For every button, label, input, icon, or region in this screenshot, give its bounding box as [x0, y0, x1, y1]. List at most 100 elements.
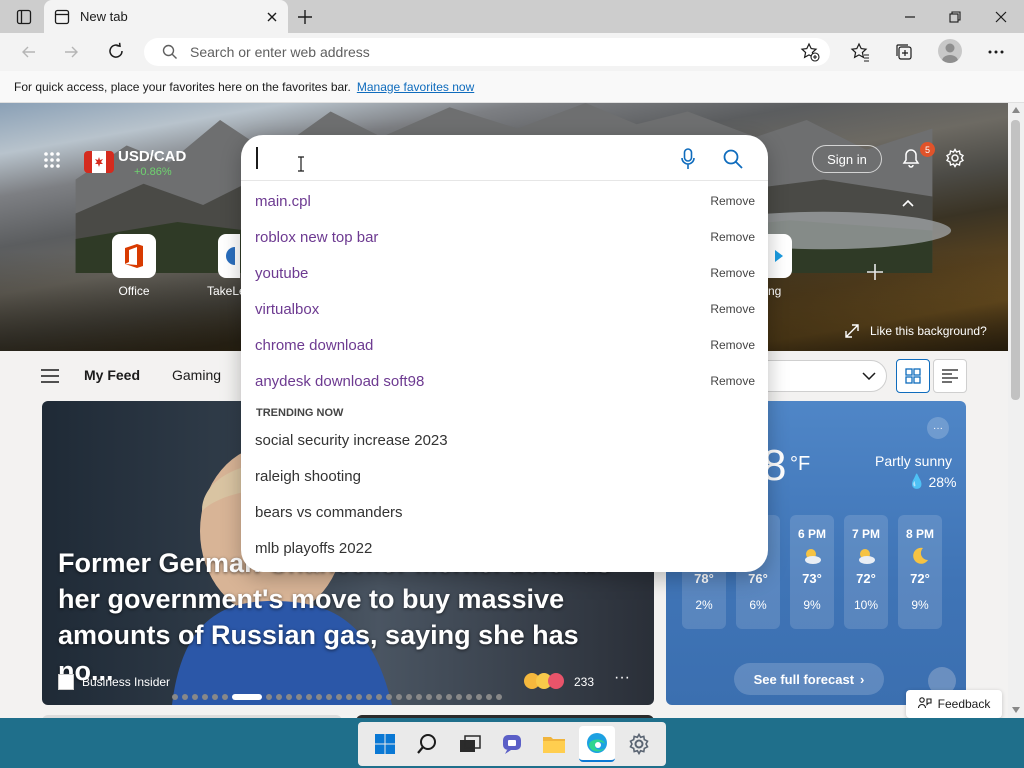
- hour-column[interactable]: 6 PM 73° 9%: [790, 515, 834, 629]
- remove-button[interactable]: Remove: [710, 266, 755, 280]
- text-cursor: [256, 147, 258, 169]
- quick-link-office[interactable]: [112, 234, 156, 278]
- trending-suggestion[interactable]: mlb playoffs 2022: [255, 530, 755, 566]
- feed-filter-dropdown[interactable]: [760, 360, 887, 392]
- history-suggestion[interactable]: main.cpl Remove: [255, 183, 755, 219]
- menu-icon[interactable]: [40, 367, 60, 385]
- suggestion-text[interactable]: chrome download: [255, 337, 710, 354]
- history-suggestion[interactable]: roblox new top bar Remove: [255, 219, 755, 255]
- grid-view-icon[interactable]: [896, 359, 930, 393]
- quick-link-takeles[interactable]: [218, 234, 240, 278]
- search-taskbar-icon[interactable]: [409, 726, 445, 762]
- like-background-link[interactable]: Like this background?: [870, 324, 987, 338]
- microphone-icon[interactable]: [677, 147, 699, 171]
- remove-button[interactable]: Remove: [710, 338, 755, 352]
- suggestion-text[interactable]: roblox new top bar: [255, 229, 710, 246]
- hour-time: 8 PM: [905, 527, 934, 541]
- weather-more-icon[interactable]: ···: [927, 417, 949, 439]
- hour-precip: 9%: [803, 598, 821, 612]
- close-window-icon[interactable]: [989, 6, 1013, 28]
- task-view-icon[interactable]: [452, 726, 488, 762]
- file-explorer-icon[interactable]: [536, 726, 572, 762]
- remove-button[interactable]: Remove: [710, 302, 755, 316]
- suggestion-text[interactable]: youtube: [255, 265, 710, 282]
- quick-link-partial[interactable]: [768, 234, 792, 278]
- collections-icon[interactable]: [892, 40, 916, 64]
- scrollbar-thumb[interactable]: [1011, 120, 1020, 400]
- temperature-unit: °F: [790, 453, 811, 475]
- suggestion-text[interactable]: mlb playoffs 2022: [255, 540, 755, 557]
- address-bar[interactable]: Search or enter web address: [144, 38, 830, 66]
- favorites-bar-message: For quick access, place your favorites h…: [14, 79, 351, 94]
- search-input[interactable]: [241, 135, 768, 181]
- add-favorite-icon[interactable]: [798, 40, 822, 64]
- scroll-down-icon[interactable]: [1010, 704, 1022, 716]
- droplet-icon: 💧: [908, 473, 926, 489]
- reaction-count: 233: [574, 675, 595, 689]
- history-suggestion[interactable]: anydesk download soft98 Remove: [255, 363, 755, 399]
- news-source[interactable]: Business Insider: [82, 675, 170, 689]
- tab-my-feed[interactable]: My Feed: [84, 367, 140, 383]
- taskbar-apps: [358, 722, 666, 766]
- reaction-emojis[interactable]: [524, 673, 564, 689]
- hour-precip: 2%: [695, 598, 713, 612]
- list-view-icon[interactable]: [933, 359, 967, 393]
- hour-column[interactable]: 8 PM 72° 9%: [898, 515, 942, 629]
- hour-temp: 78°: [694, 571, 714, 586]
- settings-app-icon[interactable]: [621, 726, 657, 762]
- trending-suggestion[interactable]: bears vs commanders: [255, 494, 755, 530]
- suggestion-text[interactable]: virtualbox: [255, 301, 710, 318]
- collapse-chevron-icon[interactable]: [898, 195, 918, 211]
- apps-launcher-icon[interactable]: [40, 148, 64, 172]
- quick-link-label: ng: [768, 284, 782, 298]
- tab-gaming[interactable]: Gaming: [172, 367, 221, 383]
- suggestion-text[interactable]: raleigh shooting: [255, 468, 755, 485]
- carousel-dots[interactable]: [172, 694, 502, 700]
- suggestion-text[interactable]: anydesk download soft98: [255, 373, 710, 390]
- trending-suggestion[interactable]: raleigh shooting: [255, 458, 755, 494]
- favorites-icon[interactable]: [848, 40, 872, 64]
- remove-button[interactable]: Remove: [710, 194, 755, 208]
- suggestion-text[interactable]: main.cpl: [255, 193, 710, 210]
- notification-badge: 5: [920, 142, 935, 157]
- sign-in-button[interactable]: Sign in: [812, 145, 882, 173]
- hour-temp: 76°: [748, 571, 768, 586]
- expand-icon[interactable]: [843, 322, 861, 340]
- more-options-icon[interactable]: [984, 40, 1008, 64]
- hour-column[interactable]: 7 PM 72° 10%: [844, 515, 888, 629]
- history-suggestion[interactable]: youtube Remove: [255, 255, 755, 291]
- close-tab-icon[interactable]: [266, 11, 278, 23]
- edge-browser-icon[interactable]: [578, 726, 615, 762]
- forward-icon[interactable]: [60, 41, 82, 63]
- history-suggestion[interactable]: chrome download Remove: [255, 327, 755, 363]
- trending-suggestion[interactable]: social security increase 2023: [255, 422, 755, 458]
- tab-actions-icon[interactable]: [14, 7, 34, 27]
- currency-change: +0.86%: [134, 166, 172, 178]
- new-tab-icon[interactable]: [294, 6, 316, 28]
- chat-icon[interactable]: [494, 726, 530, 762]
- profile-avatar[interactable]: [938, 39, 962, 63]
- more-icon[interactable]: ···: [614, 669, 630, 687]
- settings-icon[interactable]: [942, 145, 968, 171]
- restore-icon[interactable]: [943, 6, 967, 28]
- hour-temp: 72°: [856, 571, 876, 586]
- refresh-icon[interactable]: [105, 40, 127, 62]
- start-button[interactable]: [367, 726, 403, 762]
- remove-button[interactable]: Remove: [710, 230, 755, 244]
- feedback-button[interactable]: Feedback: [906, 690, 1002, 718]
- favorites-bar: For quick access, place your favorites h…: [0, 71, 1024, 103]
- suggestion-text[interactable]: social security increase 2023: [255, 432, 755, 449]
- see-full-forecast-button[interactable]: See full forecast ›: [734, 663, 884, 695]
- history-suggestion[interactable]: virtualbox Remove: [255, 291, 755, 327]
- add-quick-link-icon[interactable]: [864, 261, 886, 283]
- tab-new-tab[interactable]: New tab: [44, 0, 288, 33]
- canada-flag-icon: [84, 151, 114, 173]
- manage-favorites-link[interactable]: Manage favorites now: [357, 80, 474, 94]
- suggestion-text[interactable]: bears vs commanders: [255, 504, 755, 521]
- back-icon[interactable]: [18, 41, 40, 63]
- currency-name[interactable]: USD/CAD: [118, 148, 186, 165]
- search-icon[interactable]: [721, 147, 745, 171]
- remove-button[interactable]: Remove: [710, 374, 755, 388]
- minimize-icon[interactable]: [898, 6, 922, 28]
- scroll-up-icon[interactable]: [1010, 104, 1022, 116]
